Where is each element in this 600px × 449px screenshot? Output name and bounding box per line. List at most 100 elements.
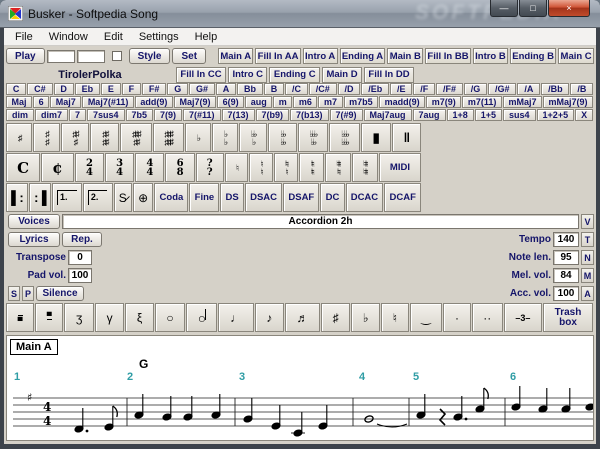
- key-1-flat-button[interactable]: ♭: [184, 123, 211, 152]
- mel-vol-field[interactable]: 84: [553, 268, 579, 283]
- chord-root-button[interactable]: A: [215, 83, 237, 95]
- midi-button[interactable]: MIDI: [378, 153, 422, 182]
- silence-button[interactable]: Silence: [36, 286, 84, 301]
- sixteenth-rest-button[interactable]: ξ: [125, 303, 154, 332]
- chord-root-button[interactable]: /A: [517, 83, 541, 95]
- chord-type-button[interactable]: 7(#11): [183, 109, 221, 121]
- style-select-button[interactable]: Fill In CC: [176, 66, 227, 83]
- key-2-flats-button[interactable]: ♭ ♭: [211, 123, 238, 152]
- chord-type-button[interactable]: sus4: [503, 109, 536, 121]
- repeat-start-button[interactable]: ▌:: [6, 183, 28, 212]
- natural-button[interactable]: ♮: [381, 303, 409, 332]
- chord-root-button[interactable]: G: [167, 83, 189, 95]
- chord-root-button[interactable]: /F#: [436, 83, 463, 95]
- menu-item[interactable]: File: [7, 29, 41, 45]
- chord-type-button[interactable]: m7(9): [426, 96, 462, 108]
- s-button[interactable]: S: [8, 286, 20, 301]
- natural-5-button[interactable]: ♮♮♮ ♮♮: [325, 153, 351, 182]
- chord-type-button[interactable]: 7aug: [412, 109, 446, 121]
- key-1-sharp-button[interactable]: ♯: [6, 123, 33, 152]
- chord-root-button[interactable]: Eb: [74, 83, 101, 95]
- cut-time-button[interactable]: ¢: [41, 153, 74, 182]
- key-3-sharps-button[interactable]: ♯♯ ♯: [60, 123, 90, 152]
- toolbar-field-1[interactable]: [46, 49, 75, 63]
- menu-item[interactable]: Edit: [96, 29, 131, 45]
- triplet-button[interactable]: –3–: [503, 303, 543, 332]
- chord-root-button[interactable]: F: [121, 83, 142, 95]
- natural-1-button[interactable]: ♮: [224, 153, 249, 182]
- chord-root-button[interactable]: /C: [285, 83, 308, 95]
- tempo-edge-button[interactable]: T: [581, 232, 594, 247]
- key-2-sharps-button[interactable]: ♯ ♯: [33, 123, 60, 152]
- chord-type-button[interactable]: m7: [318, 96, 343, 108]
- ds-button[interactable]: DS: [220, 183, 244, 212]
- eighth-note-button[interactable]: ♪: [254, 303, 284, 332]
- chord-type-button[interactable]: 7(#9): [329, 109, 363, 121]
- flat-button[interactable]: ♭: [351, 303, 381, 332]
- eighth-rest-button[interactable]: γ: [95, 303, 125, 332]
- voices-button[interactable]: Voices: [8, 214, 60, 229]
- dcaf-button[interactable]: DCAF: [384, 183, 422, 212]
- chord-root-button[interactable]: Bb: [237, 83, 263, 95]
- sharp-button[interactable]: ♯: [321, 303, 351, 332]
- chord-root-button[interactable]: /G#: [488, 83, 517, 95]
- style-select-button[interactable]: Ending B: [510, 48, 557, 64]
- chord-type-button[interactable]: X: [575, 109, 594, 121]
- key-6-sharps-button[interactable]: ♯♯♯ ♯♯♯: [152, 123, 184, 152]
- chord-type-button[interactable]: dim: [6, 109, 34, 121]
- half-note-button[interactable]: ○: [186, 303, 218, 332]
- segno-icon-button[interactable]: S̷: [113, 183, 132, 212]
- p-button[interactable]: P: [22, 286, 34, 301]
- pad-vol-field[interactable]: 100: [68, 268, 92, 283]
- chord-type-button[interactable]: 6(9): [217, 96, 245, 108]
- dcac-button[interactable]: DCAC: [345, 183, 384, 212]
- style-select-button[interactable]: Intro C: [228, 66, 268, 83]
- chord-type-button[interactable]: 7(13): [221, 109, 255, 121]
- common-time-button[interactable]: C: [6, 153, 41, 182]
- sixteenth-note-button[interactable]: ♬: [284, 303, 321, 332]
- key-5-sharps-button[interactable]: ♯♯♯ ♯♯: [120, 123, 152, 152]
- minimize-button[interactable]: —: [490, 0, 518, 17]
- chord-type-button[interactable]: 1+5: [474, 109, 503, 121]
- chord-type-button[interactable]: 1+8: [446, 109, 474, 121]
- chord-type-button[interactable]: add(9): [134, 96, 173, 108]
- chord-root-button[interactable]: /B: [570, 83, 594, 95]
- chord-type-button[interactable]: 7(9): [154, 109, 183, 121]
- style-select-button[interactable]: Fill In BB: [425, 48, 471, 64]
- dsaf-button[interactable]: DSAF: [283, 183, 320, 212]
- lyrics-button[interactable]: Lyrics: [8, 232, 60, 247]
- time-custom-button[interactable]: ? ?: [195, 153, 224, 182]
- time-3-4-button[interactable]: 3 4: [105, 153, 135, 182]
- chord-type-button[interactable]: 6: [33, 96, 50, 108]
- titlebar[interactable]: SOFTPEDIA Busker - Softpedia Song — □ ×: [0, 0, 600, 28]
- transpose-field[interactable]: 0: [68, 250, 92, 265]
- style-select-button[interactable]: Main B: [387, 48, 424, 64]
- voice-edge-button[interactable]: V: [581, 214, 594, 229]
- trash-box-button[interactable]: Trash box: [543, 303, 594, 332]
- chord-root-button[interactable]: /E: [390, 83, 413, 95]
- dc-button[interactable]: DC: [320, 183, 345, 212]
- style-select-button[interactable]: Intro B: [472, 48, 509, 64]
- chord-root-button[interactable]: /Bb: [541, 83, 570, 95]
- style-select-button[interactable]: Intro A: [302, 48, 338, 64]
- acc-vol-edge-button[interactable]: A: [581, 286, 594, 301]
- toolbar-field-2[interactable]: [76, 49, 105, 63]
- coda-icon-button[interactable]: ⊕: [132, 183, 154, 212]
- style-select-button[interactable]: Main A: [218, 48, 254, 64]
- chord-root-button[interactable]: /F: [413, 83, 436, 95]
- style-select-button[interactable]: Ending C: [269, 66, 321, 83]
- chord-type-button[interactable]: 7b5: [125, 109, 154, 121]
- key-3-flats-button[interactable]: ♭♭ ♭: [239, 123, 268, 152]
- tempo-field[interactable]: 140: [553, 232, 579, 247]
- dsac-button[interactable]: DSAC: [244, 183, 283, 212]
- chord-type-button[interactable]: mMaj7: [502, 96, 543, 108]
- section-label[interactable]: Main A: [10, 339, 58, 355]
- chord-root-button[interactable]: /G: [463, 83, 488, 95]
- note-len-field[interactable]: 95: [553, 250, 579, 265]
- tie-button[interactable]: ‿: [409, 303, 443, 332]
- quarter-rest-button[interactable]: ʒ: [64, 303, 95, 332]
- coda-button[interactable]: Coda: [154, 183, 189, 212]
- style-select-button[interactable]: Main C: [558, 48, 594, 64]
- chord-type-button[interactable]: 7sus4: [87, 109, 125, 121]
- menu-item[interactable]: Settings: [131, 29, 187, 45]
